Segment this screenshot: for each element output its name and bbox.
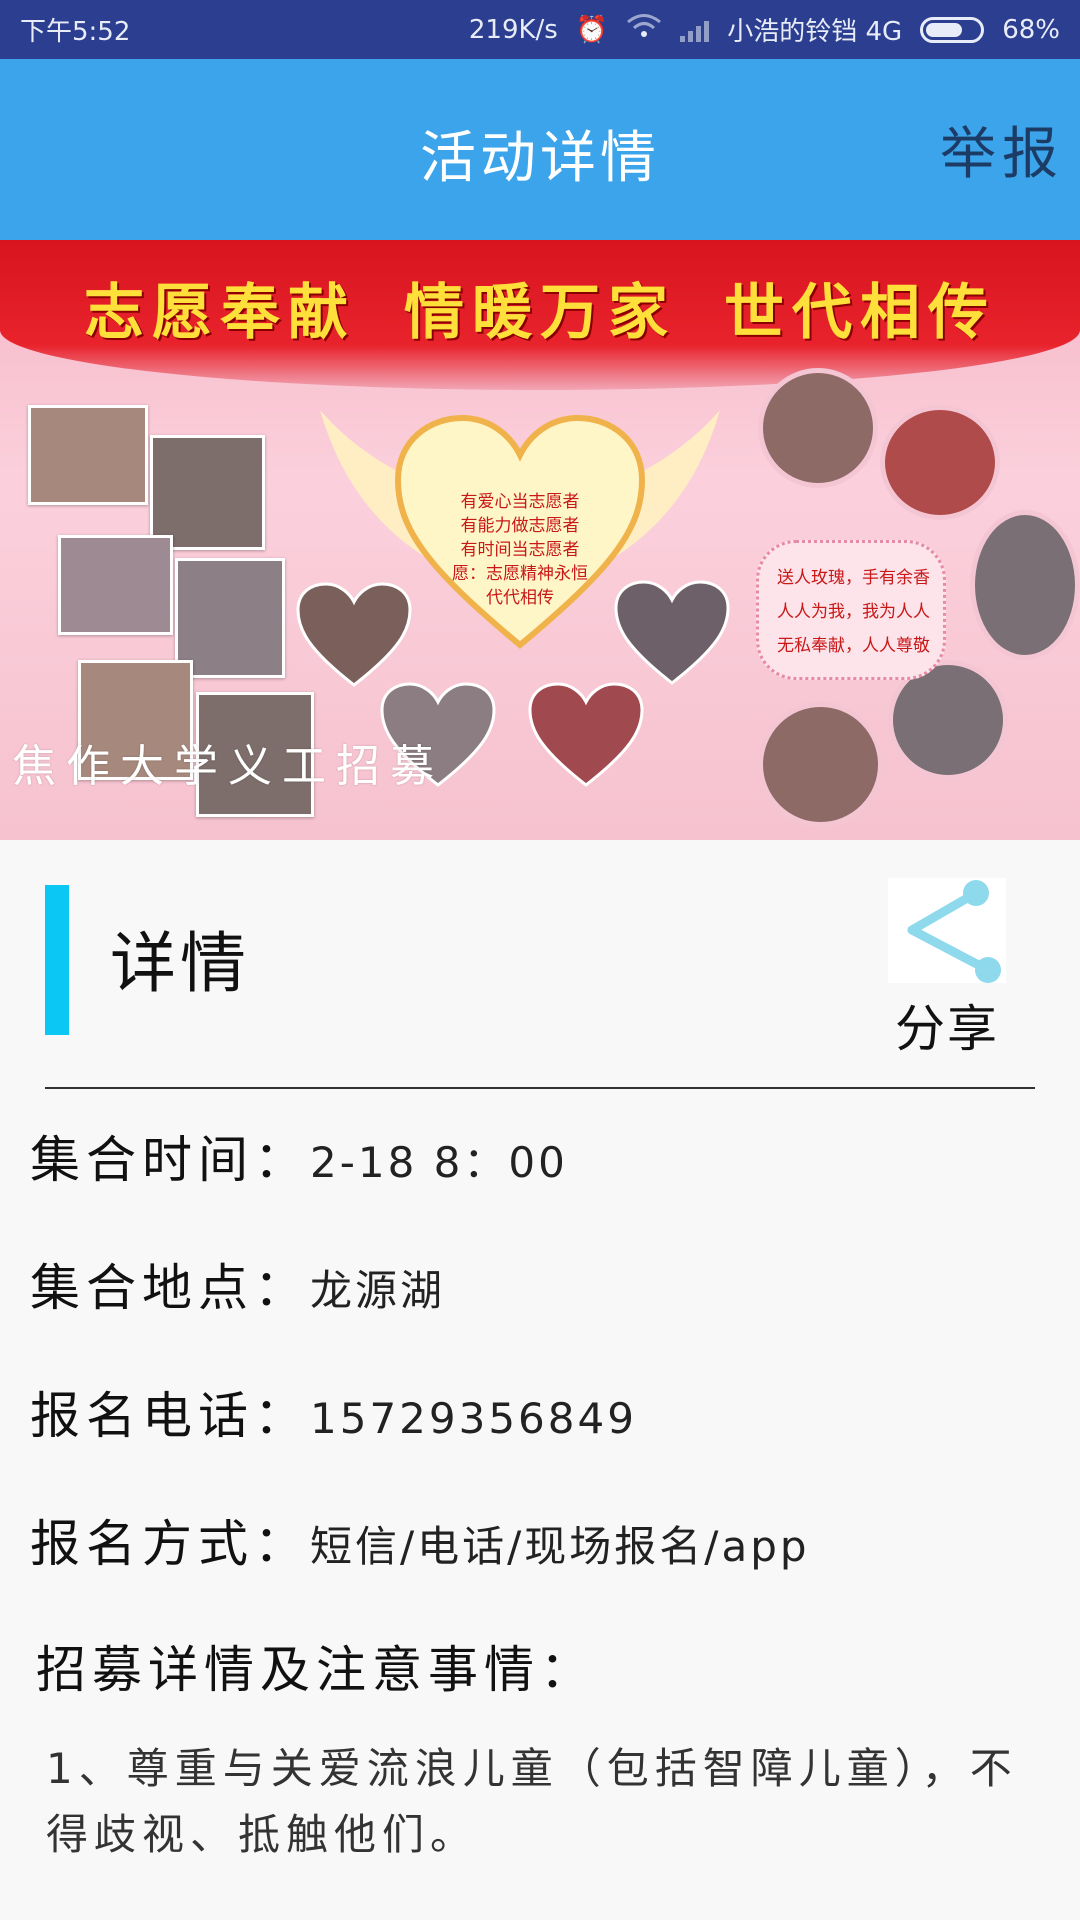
- section-accent-bar: [45, 885, 69, 1035]
- info-label: 集合地点：: [30, 1259, 310, 1317]
- wifi-icon: [626, 13, 662, 46]
- info-label: 集合时间：: [30, 1131, 310, 1189]
- banner-photo: [880, 405, 1000, 520]
- info-value: 龙源湖: [310, 1266, 446, 1315]
- info-value: 短信/电话/现场报名/app: [310, 1522, 810, 1571]
- signal-icon: [680, 18, 710, 42]
- status-bar: 下午5:52 219K/s ⏰ 小浩的铃铛 4G 68%: [0, 0, 1080, 59]
- banner-photo: [758, 368, 878, 488]
- banner-caption: 焦作大学义工招募: [12, 741, 444, 792]
- quote-line: 送人玫瑰，手有余香: [777, 568, 930, 588]
- slogan-part: 情暖万家: [404, 278, 676, 348]
- heart-line: 有能力做志愿者: [460, 516, 580, 536]
- quote-line: 人人为我，我为人人: [777, 602, 930, 622]
- banner-photo: [28, 405, 148, 505]
- status-time: 下午5:52: [20, 17, 131, 47]
- divider: [45, 1087, 1035, 1089]
- share-label: 分享: [895, 1000, 999, 1058]
- info-label: 报名电话：: [30, 1387, 310, 1445]
- photo-heart: [614, 580, 730, 685]
- app-bar: 活动详情 举报: [0, 59, 1080, 240]
- battery-icon: [920, 16, 985, 43]
- info-value: 2-18 8：00: [310, 1138, 568, 1187]
- heart-text: 有爱心当志愿者 有能力做志愿者 有时间当志愿者 愿：志愿精神永恒 代代相传: [390, 490, 650, 610]
- banner-photo: [970, 510, 1080, 660]
- alarm-icon: ⏰: [575, 14, 609, 45]
- share-button[interactable]: 分享: [888, 878, 1006, 1058]
- page-title: 活动详情: [420, 126, 660, 191]
- share-icon: [888, 878, 1006, 983]
- slogan-part: 志愿奉献: [84, 278, 356, 348]
- info-row-signup-method: 报名方式：短信/电话/现场报名/app: [30, 1504, 810, 1576]
- photo-heart: [528, 682, 644, 787]
- carrier-label: 小浩的铃铛 4G: [727, 17, 903, 47]
- activity-banner-image: 志愿奉献 情暖万家 世代相传 有爱心当志愿者 有能力做志愿者 有时间当志愿者 愿…: [0, 240, 1080, 840]
- heart-line: 有爱心当志愿者: [460, 492, 580, 512]
- banner-photo: [758, 702, 883, 827]
- photo-heart: [296, 582, 412, 687]
- info-row-time: 集合时间：2-18 8：00: [30, 1120, 568, 1192]
- info-row-location: 集合地点：龙源湖: [30, 1248, 445, 1320]
- battery-percent: 68%: [1002, 14, 1060, 45]
- banner-header: 志愿奉献 情暖万家 世代相传: [0, 240, 1080, 390]
- banner-slogan: 志愿奉献 情暖万家 世代相传: [0, 264, 1080, 351]
- report-button[interactable]: 举报: [940, 109, 1064, 190]
- network-speed: 219K/s: [468, 14, 558, 45]
- status-indicators: 219K/s ⏰ 小浩的铃铛 4G 68%: [469, 11, 1060, 48]
- info-value[interactable]: 15729356849: [310, 1394, 637, 1443]
- info-row-phone: 报名电话：15729356849: [30, 1376, 637, 1448]
- heart-line: 愿：志愿精神永恒: [452, 564, 588, 584]
- heart-line: 代代相传: [486, 588, 554, 608]
- notice-title: 招募详情及注意事情：: [36, 1641, 596, 1699]
- heart-line: 有时间当志愿者: [460, 540, 580, 560]
- battery-level: [926, 22, 962, 37]
- banner-quote: 送人玫瑰，手有余香 人人为我，我为人人 无私奉献，人人尊敬: [756, 540, 946, 680]
- slogan-part: 世代相传: [724, 278, 996, 348]
- quote-line: 无私奉献，人人尊敬: [777, 636, 930, 656]
- notice-text: 1、尊重与关爱流浪儿童（包括智障儿童），不得歧视、抵触他们。: [46, 1744, 1018, 1859]
- banner-photo: [150, 435, 265, 550]
- banner-photo: [58, 535, 173, 635]
- info-label: 报名方式：: [30, 1515, 310, 1573]
- section-title: 详情: [110, 925, 250, 1002]
